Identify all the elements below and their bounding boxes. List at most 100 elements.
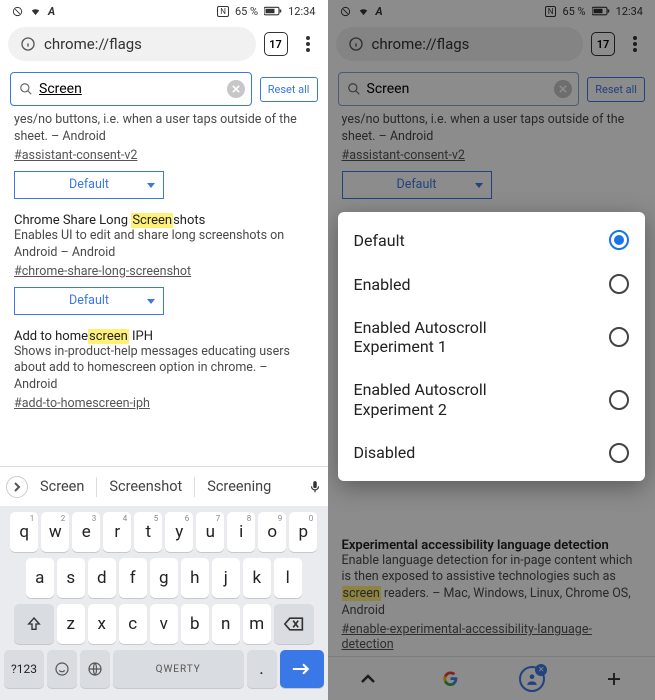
flag-anchor[interactable]: #chrome-share-long-screenshot — [14, 264, 191, 279]
expand-suggestions-button[interactable] — [6, 476, 28, 498]
nfc-icon: N — [545, 6, 557, 17]
key-q[interactable]: q1 — [10, 512, 38, 552]
key-f[interactable]: f — [119, 558, 147, 598]
mic-icon[interactable] — [308, 478, 322, 496]
flag-desc: Enables UI to edit and share long screen… — [14, 228, 314, 262]
key-i[interactable]: i8 — [227, 512, 255, 552]
flags-search-input[interactable] — [367, 81, 549, 97]
arrow-right-icon — [292, 662, 312, 676]
clear-search-button[interactable] — [227, 80, 245, 98]
collapse-button[interactable] — [350, 661, 386, 697]
key-a[interactable]: a — [26, 558, 54, 598]
option-label: Enabled Autoscroll Experiment 1 — [354, 318, 554, 356]
backspace-key[interactable] — [274, 604, 314, 644]
option-autoscroll-1[interactable]: Enabled Autoscroll Experiment 1 — [338, 306, 646, 368]
space-key[interactable]: QWERTY — [113, 650, 244, 688]
shift-icon — [26, 616, 42, 632]
close-icon — [559, 85, 567, 93]
radio-icon — [609, 274, 629, 294]
url-field[interactable]: chrome://flags — [8, 27, 256, 61]
key-w[interactable]: w2 — [41, 512, 69, 552]
tab-count-button[interactable]: 17 — [264, 32, 288, 56]
key-k[interactable]: k — [243, 558, 271, 598]
shift-key[interactable] — [14, 604, 54, 644]
highlight: Screen — [131, 213, 173, 228]
radio-selected-icon — [609, 230, 629, 250]
search-icon — [347, 82, 361, 96]
flag-anchor[interactable]: #enable-experimental-accessibility-langu… — [342, 622, 642, 652]
flag-anchor[interactable]: #assistant-consent-v2 — [342, 148, 465, 163]
suggestion[interactable]: Screening — [201, 474, 277, 499]
url-field[interactable]: chrome://flags — [336, 27, 584, 61]
key-g[interactable]: g — [150, 558, 178, 598]
battery-icon — [264, 6, 282, 16]
tab-count-value: 17 — [269, 38, 282, 51]
key-z[interactable]: z — [57, 604, 85, 644]
flags-list-bg: Experimental accessibility language dete… — [328, 524, 655, 653]
key-v[interactable]: v — [150, 604, 178, 644]
reset-all-button[interactable]: Reset all — [260, 77, 318, 102]
flag-dropdown[interactable]: Default — [14, 171, 164, 199]
flag-anchor[interactable]: #add-to-homescreen-iph — [14, 396, 150, 411]
flag-dropdown[interactable]: Default — [14, 287, 164, 315]
google-button[interactable] — [432, 661, 468, 697]
overflow-menu-button[interactable] — [623, 36, 647, 52]
key-o[interactable]: o9 — [258, 512, 286, 552]
key-m[interactable]: m — [243, 604, 271, 644]
wifi-icon — [357, 6, 370, 17]
key-s[interactable]: s — [57, 558, 85, 598]
enter-key[interactable] — [280, 650, 324, 688]
flag-dropdown[interactable]: Default — [342, 171, 492, 199]
reset-all-button[interactable]: Reset all — [587, 77, 645, 102]
key-r[interactable]: r4 — [103, 512, 131, 552]
key-j[interactable]: j — [212, 558, 240, 598]
radio-icon — [609, 327, 629, 347]
key-n[interactable]: n — [212, 604, 240, 644]
emoji-icon — [54, 661, 70, 677]
option-default[interactable]: Default — [338, 218, 646, 262]
option-enabled[interactable]: Enabled — [338, 262, 646, 306]
account-button[interactable]: ✕ — [514, 661, 550, 697]
option-autoscroll-2[interactable]: Enabled Autoscroll Experiment 2 — [338, 368, 646, 430]
key-p[interactable]: p0 — [289, 512, 317, 552]
flags-search-box[interactable] — [10, 72, 252, 106]
suggestion[interactable]: Screenshot — [103, 474, 188, 499]
period-key[interactable]: . — [247, 650, 277, 688]
carrier-icon: A — [376, 5, 383, 18]
key-h[interactable]: h — [181, 558, 209, 598]
flags-search-box[interactable] — [338, 72, 580, 106]
radio-icon — [609, 390, 629, 410]
phone-right: A N 65 % 12:34 chrome://flags 17 Re — [328, 0, 655, 700]
option-disabled[interactable]: Disabled — [338, 431, 646, 475]
tab-count-button[interactable]: 17 — [591, 32, 615, 56]
overflow-menu-button[interactable] — [296, 36, 320, 52]
symbols-key[interactable]: ?123 — [4, 650, 44, 688]
key-c[interactable]: c — [119, 604, 147, 644]
search-icon — [19, 82, 33, 96]
flag-anchor[interactable]: #assistant-consent-v2 — [14, 148, 137, 163]
google-logo-icon — [443, 671, 458, 686]
carrier-icon: A — [48, 5, 55, 18]
flags-search-row: Reset all — [0, 66, 328, 112]
phone-left: A N 65 % 12:34 chrome://flags 17 Reset a… — [0, 0, 328, 700]
clock-text: 12:34 — [288, 5, 315, 18]
key-u[interactable]: u7 — [196, 512, 224, 552]
flag-title: Add to homescreen IPH — [14, 329, 314, 344]
key-d[interactable]: d — [88, 558, 116, 598]
add-button[interactable] — [596, 661, 632, 697]
status-bar: A N 65 % 12:34 — [328, 0, 655, 22]
key-y[interactable]: y6 — [165, 512, 193, 552]
globe-icon — [87, 661, 103, 677]
key-x[interactable]: x — [88, 604, 116, 644]
suggestion[interactable]: Screen — [34, 474, 90, 499]
emoji-key[interactable] — [47, 650, 77, 688]
language-key[interactable] — [80, 650, 110, 688]
chevron-right-icon — [13, 482, 21, 492]
key-t[interactable]: t5 — [134, 512, 162, 552]
flags-search-input[interactable] — [39, 81, 221, 97]
clear-search-button[interactable] — [554, 80, 572, 98]
key-e[interactable]: e3 — [72, 512, 100, 552]
option-label: Enabled — [354, 275, 411, 294]
key-b[interactable]: b — [181, 604, 209, 644]
key-l[interactable]: l — [274, 558, 302, 598]
